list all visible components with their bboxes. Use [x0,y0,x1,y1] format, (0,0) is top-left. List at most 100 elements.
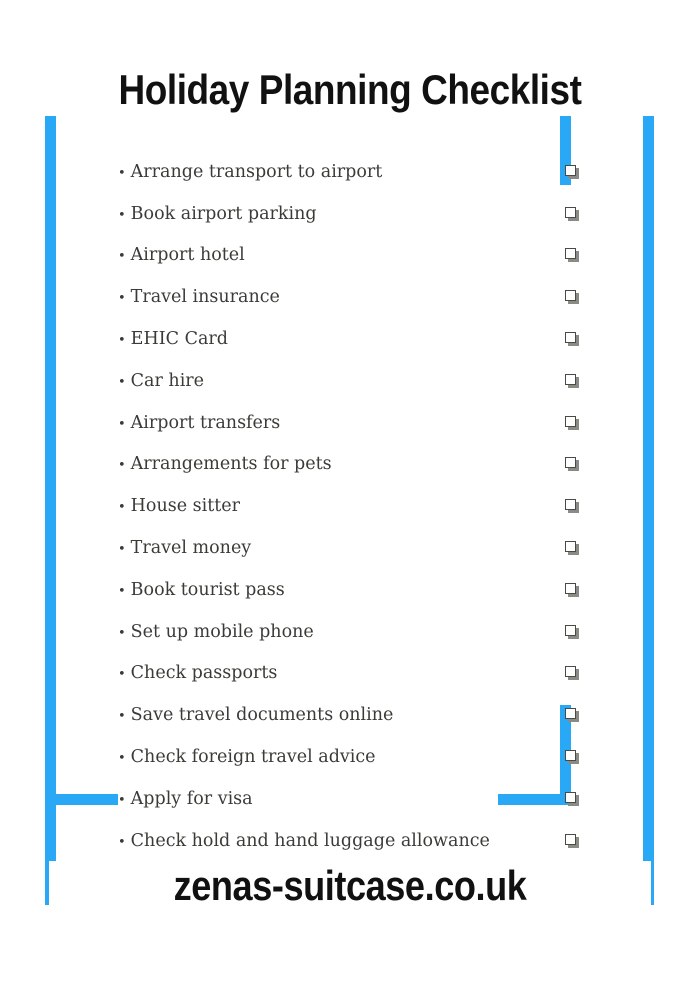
checklist-row-label: • Airport transfers [118,411,280,437]
checklist-row-label: • Set up mobile phone [118,620,314,646]
checkbox-square [565,206,576,218]
checklist-row-label: • Check hold and hand luggage allowance [118,829,490,855]
checklist-row[interactable]: • Travel money [118,528,588,570]
checklist-row-label: • EHIC Card [118,327,228,353]
checklist-row[interactable]: • Book tourist pass [118,570,588,612]
checklist-row[interactable]: • Check foreign travel advice [118,737,588,779]
checklist-row[interactable]: • Arrangements for pets [118,445,588,487]
bullet-icon: • [118,667,126,683]
checklist-item-text: Travel insurance [130,287,280,308]
checkbox-icon[interactable] [565,206,581,223]
checkbox-icon[interactable] [565,708,581,724]
checkbox-square [565,750,576,762]
checklist-item-text: Car hire [130,370,205,391]
frame-rail-right [643,85,654,905]
checklist-row[interactable]: • EHIC Card [118,319,588,361]
checkbox-square [565,332,576,344]
checklist-row[interactable]: • Travel insurance [118,277,588,319]
checkbox-icon[interactable] [565,415,581,432]
checklist-item-text: Airport hotel [130,245,245,266]
bullet-icon: • [118,709,126,725]
checkbox-icon[interactable] [565,750,581,766]
checkbox-icon[interactable] [565,666,581,682]
bullet-icon: • [118,834,126,850]
checkbox-icon[interactable] [565,164,581,181]
checkbox-icon[interactable] [565,541,581,557]
checkbox-square [565,833,576,845]
checklist-item-text: EHIC Card [130,329,228,350]
checklist-row-label: • Car hire [118,369,204,395]
checkbox-icon[interactable] [565,791,581,808]
checklist-item-text: Check passports [130,663,278,684]
checkbox-square [565,457,576,469]
checklist-row[interactable]: • Check passports [118,654,588,696]
checkbox-icon[interactable] [565,582,581,599]
checkbox-square [565,248,576,260]
checklist-item-text: Travel money [130,538,252,559]
checkbox-square [565,164,576,176]
checklist-item-text: House sitter [130,496,241,517]
checklist-row[interactable]: • Airport transfers [118,403,588,445]
checklist-row-label: • Arrangements for pets [118,452,332,478]
checkbox-square [565,373,576,385]
bullet-icon: • [118,751,126,767]
checklist-item-text: Save travel documents online [130,705,394,726]
checklist-row-label: • Book tourist pass [118,578,285,604]
checklist-item-text: Book airport parking [130,203,317,224]
checklist-row-label: • Arrange transport to airport [118,160,382,186]
checklist-row[interactable]: • Airport hotel [118,236,588,278]
checkbox-icon[interactable] [565,373,581,390]
checkbox-square [565,708,576,720]
checklist-item-text: Arrangements for pets [130,454,332,475]
checkbox-square [565,582,576,594]
checkbox-square [565,791,576,803]
bullet-icon: • [118,458,126,474]
checklist-row-label: • Book airport parking [118,202,317,228]
checklist-item-text: Apply for visa [130,788,253,809]
checklist-item-text: Check hold and hand luggage allowance [130,830,490,851]
checkbox-icon[interactable] [565,833,581,850]
checkbox-icon[interactable] [565,290,581,306]
checklist-item-text: Check foreign travel advice [130,747,376,768]
checklist-row[interactable]: • Set up mobile phone [118,612,588,654]
checklist-row[interactable]: • Book airport parking [118,194,588,236]
checkbox-icon[interactable] [565,624,581,641]
checklist-row-label: • House sitter [118,494,240,520]
checklist-item-text: Arrange transport to airport [130,161,383,182]
page-title: Holiday Planning Checklist [42,64,658,116]
checkbox-square [565,290,576,302]
checkbox-square [565,415,576,427]
checkbox-square [565,499,576,511]
checklist-item-text: Set up mobile phone [130,621,314,642]
checkbox-square [565,541,576,553]
checklist-row-label: • Check passports [118,661,277,687]
checklist-row[interactable]: • Arrange transport to airport [118,152,588,194]
checklist-row-label: • Travel money [118,536,251,562]
bullet-icon: • [118,583,126,599]
checkbox-icon[interactable] [565,248,581,264]
checklist-page: Holiday Planning Checklist • Arrange tran… [0,0,700,991]
checklist-row-label: • Travel insurance [118,285,280,311]
bullet-icon: • [118,792,126,808]
checkbox-square [565,666,576,678]
bullet-icon: • [118,207,126,223]
checkbox-icon[interactable] [565,457,581,473]
bullet-icon: • [118,333,126,349]
checklist-row[interactable]: • House sitter [118,486,588,528]
checkbox-icon[interactable] [565,499,581,515]
bullet-icon: • [118,374,126,390]
bullet-icon: • [118,249,126,265]
bullet-icon: • [118,625,126,641]
checklist-item-text: Book tourist pass [130,579,285,600]
checklist-row[interactable]: • Apply for visa [118,779,588,821]
bullet-icon: • [118,542,126,558]
checklist-row[interactable]: • Check hold and hand luggage allowance [118,821,588,863]
checklist-row-label: • Save travel documents online [118,703,393,729]
checklist-item-text: Airport transfers [130,412,281,433]
bullet-icon: • [118,291,126,307]
checklist-row[interactable]: • Car hire [118,361,588,403]
checkbox-square [565,624,576,636]
checkbox-icon[interactable] [565,332,581,348]
checklist-items: • Arrange transport to airport • Book airpo… [118,152,588,863]
checklist-row[interactable]: • Save travel documents online [118,695,588,737]
